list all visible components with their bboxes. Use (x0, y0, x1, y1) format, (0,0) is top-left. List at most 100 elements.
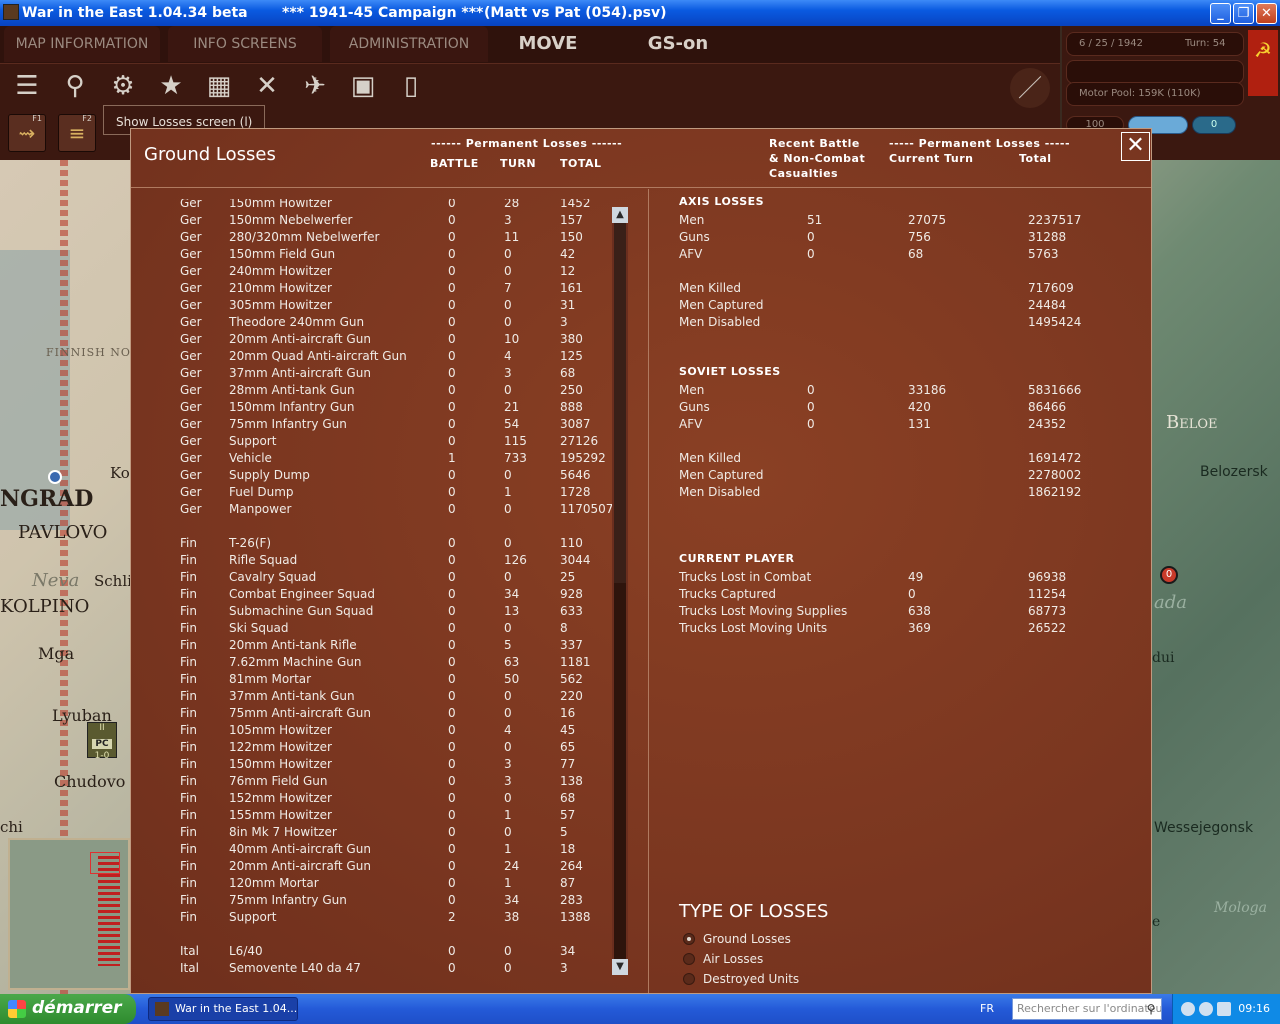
gear-icon[interactable]: ⚙ (103, 66, 143, 106)
table-row[interactable]: Ger 20mm Anti-aircraft Gun 0 10 380 (131, 332, 621, 349)
table-row[interactable]: Fin Ski Squad 0 0 8 (131, 621, 621, 638)
stack-icon[interactable]: ☰ (7, 66, 47, 106)
start-button[interactable]: démarrer (0, 994, 136, 1024)
losses-list[interactable]: Ger 150mm Howitzer 0 28 1452 Ger 150mm Nebelwe… (131, 199, 621, 977)
table-row[interactable]: Fin 20mm Anti-tank Rifle 0 5 337 (131, 638, 621, 655)
table-row[interactable]: Fin 152mm Howitzer 0 0 68 (131, 791, 621, 808)
tab-administration[interactable]: ADMINISTRATION (330, 26, 488, 62)
row-equipment: 75mm Infantry Gun (229, 417, 347, 431)
move-mode[interactable]: MOVE (500, 26, 596, 62)
table-row[interactable]: Ger 150mm Howitzer 0 28 1452 (131, 199, 621, 213)
table-row[interactable]: Fin 40mm Anti-aircraft Gun 0 1 18 (131, 842, 621, 859)
scroll-thumb[interactable] (614, 223, 626, 583)
table-row[interactable]: Ger 37mm Anti-aircraft Gun 0 3 68 (131, 366, 621, 383)
tray-network-icon[interactable] (1199, 1002, 1213, 1016)
table-row[interactable]: Ger Fuel Dump 0 1 1728 (131, 485, 621, 502)
search-icon[interactable]: ⚲ (1143, 1001, 1159, 1017)
depot-icon[interactable]: ▯ (391, 66, 431, 106)
minimize-button[interactable]: _ (1210, 3, 1231, 24)
table-row[interactable]: Ger 240mm Howitzer 0 0 12 (131, 264, 621, 281)
tray-monitor-icon[interactable] (1217, 1002, 1231, 1016)
search-box[interactable]: Rechercher sur l'ordinateur ⚲ (1012, 998, 1162, 1020)
table-row[interactable]: Ger Vehicle 1 733 195292 (131, 451, 621, 468)
table-row[interactable]: Ger Support 0 115 27126 (131, 434, 621, 451)
table-row[interactable]: Fin 20mm Anti-aircraft Gun 0 24 264 (131, 859, 621, 876)
tab-info-screens[interactable]: INFO SCREENS (168, 26, 322, 62)
table-row[interactable]: Fin 122mm Howitzer 0 0 65 (131, 740, 621, 757)
loss-type-label[interactable]: Ground Losses (703, 932, 791, 946)
close-dialog-button[interactable]: ✕ (1121, 132, 1150, 161)
row-total: 562 (560, 672, 583, 686)
loss-type-label[interactable]: Air Losses (703, 952, 763, 966)
row-battle: 0 (448, 281, 456, 295)
table-row[interactable]: Fin Support 2 38 1388 (131, 910, 621, 927)
table-row[interactable]: Ger Theodore 240mm Gun 0 0 3 (131, 315, 621, 332)
minimap-viewport[interactable] (90, 852, 120, 874)
aircraft-icon[interactable]: ✈ (295, 66, 335, 106)
table-row[interactable]: Fin 75mm Anti-aircraft Gun 0 0 16 (131, 706, 621, 723)
loss-type-radio[interactable] (683, 973, 695, 985)
table-row[interactable]: Ger 75mm Infantry Gun 0 54 3087 (131, 417, 621, 434)
table-row[interactable]: Ital L6/40 0 0 34 (131, 944, 621, 961)
table-row[interactable]: Fin 7.62mm Machine Gun 0 63 1181 (131, 655, 621, 672)
loss-type-label[interactable]: Destroyed Units (703, 972, 799, 986)
table-row[interactable]: Fin 8in Mk 7 Howitzer 0 0 5 (131, 825, 621, 842)
table-row[interactable]: Fin T-26(F) 0 0 110 (131, 536, 621, 553)
grid-tank-icon[interactable]: ▦ (199, 66, 239, 106)
scroll-down-button[interactable]: ▼ (612, 959, 628, 975)
table-row[interactable]: Ger 28mm Anti-tank Gun 0 0 250 (131, 383, 621, 400)
table-row[interactable]: Fin 76mm Field Gun 0 3 138 (131, 774, 621, 791)
gs-toggle[interactable]: GS-on (628, 26, 728, 62)
loss-type-radio[interactable] (683, 933, 695, 945)
crossed-guns-icon[interactable]: ✕ (247, 66, 287, 106)
window-titlebar[interactable]: War in the East 1.04.34 beta *** 1941-45… (0, 0, 1280, 26)
table-row[interactable]: Fin Submachine Gun Squad 0 13 633 (131, 604, 621, 621)
table-row[interactable]: Fin 105mm Howitzer 0 4 45 (131, 723, 621, 740)
table-row[interactable]: Fin 155mm Howitzer 0 1 57 (131, 808, 621, 825)
table-row[interactable]: Fin 37mm Anti-tank Gun 0 0 220 (131, 689, 621, 706)
pill-right[interactable]: 0 (1192, 116, 1236, 134)
pen-icon[interactable]: ／ (1010, 68, 1050, 108)
units-icon[interactable]: ⚲ (55, 66, 95, 106)
table-row[interactable]: Fin Combat Engineer Squad 0 34 928 (131, 587, 621, 604)
table-row[interactable]: Ger Manpower 0 0 1170507 (131, 502, 621, 519)
table-row[interactable]: Fin 75mm Infantry Gun 0 34 283 (131, 893, 621, 910)
star-icon[interactable]: ★ (151, 66, 191, 106)
table-row[interactable]: Fin Cavalry Squad 0 0 25 (131, 570, 621, 587)
tray-back-icon[interactable] (1181, 1002, 1195, 1016)
empty-status-box (1066, 60, 1244, 84)
taskbar-window-item[interactable]: War in the East 1.04.... (148, 997, 298, 1021)
table-row[interactable] (131, 927, 621, 944)
table-row[interactable]: Ger 210mm Howitzer 0 7 161 (131, 281, 621, 298)
rail-icon[interactable]: ▣ (343, 66, 383, 106)
table-row[interactable]: Fin 120mm Mortar 0 1 87 (131, 876, 621, 893)
target-marker-icon[interactable]: 0 (1160, 566, 1178, 584)
list-scrollbar[interactable]: ▲ ▼ (612, 207, 628, 975)
unit-counter[interactable]: II PC 1-0 (87, 722, 117, 761)
row-nationality: Fin (180, 723, 197, 737)
table-row[interactable]: Ital Semovente L40 da 47 0 0 3 (131, 961, 621, 977)
player-row-total: 26522 (1028, 621, 1067, 635)
table-row[interactable]: Fin 81mm Mortar 0 50 562 (131, 672, 621, 689)
f1-button[interactable]: ⇝ F1 (8, 114, 46, 152)
maximize-button[interactable]: ❐ (1233, 3, 1254, 24)
table-row[interactable]: Fin 150mm Howitzer 0 3 77 (131, 757, 621, 774)
table-row[interactable]: Ger Supply Dump 0 0 5646 (131, 468, 621, 485)
loss-type-radio[interactable] (683, 953, 695, 965)
table-row[interactable]: Fin Rifle Squad 0 126 3044 (131, 553, 621, 570)
language-indicator[interactable]: FR (980, 1002, 994, 1015)
tab-map-information[interactable]: MAP INFORMATION (4, 26, 160, 62)
minimap[interactable] (8, 838, 130, 990)
row-nationality: Ger (180, 468, 202, 482)
table-row[interactable]: Ger 20mm Quad Anti-aircraft Gun 0 4 125 (131, 349, 621, 366)
table-row[interactable]: Ger 150mm Nebelwerfer 0 3 157 (131, 213, 621, 230)
table-row[interactable]: Ger 280/320mm Nebelwerfer 0 11 150 (131, 230, 621, 247)
scroll-up-button[interactable]: ▲ (612, 207, 628, 223)
table-row[interactable]: Ger 150mm Field Gun 0 0 42 (131, 247, 621, 264)
row-battle: 0 (448, 213, 456, 227)
table-row[interactable]: Ger 305mm Howitzer 0 0 31 (131, 298, 621, 315)
f2-button[interactable]: ≡ F2 (58, 114, 96, 152)
close-window-button[interactable]: ✕ (1256, 3, 1277, 24)
table-row[interactable] (131, 519, 621, 536)
table-row[interactable]: Ger 150mm Infantry Gun 0 21 888 (131, 400, 621, 417)
